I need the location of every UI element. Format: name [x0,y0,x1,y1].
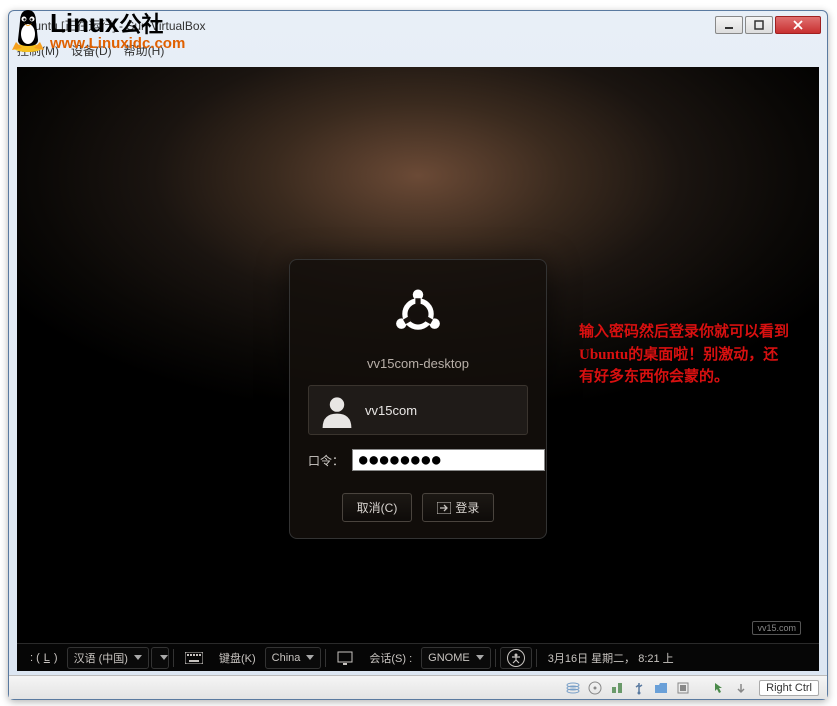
window-titlebar: Ubuntu [正在运行] - Sun VirtualBox [9,11,827,39]
gdm-login-dialog: vv15com-desktop vv15com 口令： 取消(C) 登录 [289,259,547,539]
hostkey-label: Right Ctrl [759,680,819,696]
cd-icon[interactable] [587,680,603,696]
dialog-buttons: 取消(C) 登录 [308,493,528,522]
hdd-icon[interactable] [565,680,581,696]
gdm-bottom-panel: : (L) 汉语 (中国) 键盘(K) China 会话(S) : GNOME [17,643,819,671]
user-selector[interactable]: vv15com [308,385,528,435]
net-icon[interactable] [609,680,625,696]
password-label: 口令： [308,452,344,469]
session-selector[interactable]: GNOME [421,647,491,669]
guest-display: vv15com-desktop vv15com 口令： 取消(C) 登录 [17,67,819,671]
accessibility-button[interactable] [500,647,532,669]
keyboard-layout-selector[interactable]: China [265,647,322,669]
menu-help[interactable]: 帮助(H) [124,42,165,59]
corner-watermark: vv15.com [752,621,801,635]
login-button[interactable]: 登录 [422,493,494,522]
panel-lang-key: : (L) [23,647,65,669]
accessibility-icon [507,649,525,667]
session-label: 会话(S) : [362,647,419,669]
maximize-button[interactable] [745,16,773,34]
cancel-button[interactable]: 取消(C) [342,493,413,522]
user-avatar-icon [319,392,355,428]
keyboard-icon [178,647,210,669]
session-icon [330,647,360,669]
username-label: vv15com [365,403,417,418]
language-selector[interactable]: 汉语 (中国) [67,647,149,669]
shared-folder-icon[interactable] [653,680,669,696]
login-arrow-icon [437,502,451,514]
hostkey-arrow-icon [733,680,749,696]
close-button[interactable] [775,16,821,34]
hostname-label: vv15com-desktop [308,356,528,371]
menu-control[interactable]: 控制(M) [17,42,59,59]
vrdp-icon[interactable] [675,680,691,696]
virtualbox-window: Ubuntu [正在运行] - Sun VirtualBox 控制(M) 设备(… [8,10,828,700]
annotation-text: 输入密码然后登录你就可以看到Ubuntu的桌面啦！别激动，还有好多东西你会蒙的。 [579,321,789,389]
minimize-button[interactable] [715,16,743,34]
virtualbox-status-bar: Right Ctrl [9,675,827,699]
menu-devices[interactable]: 设备(D) [71,42,112,59]
ubuntu-logo-icon [390,286,446,342]
language-dropdown[interactable] [151,647,169,669]
password-row: 口令： [308,449,528,471]
menu-bar: 控制(M) 设备(D) 帮助(H) [9,39,827,61]
password-input[interactable] [352,449,545,471]
mouse-integration-icon[interactable] [711,680,727,696]
keyboard-label: 键盘(K) [212,647,263,669]
window-controls [715,16,821,34]
clock-label: 3月16日 星期二， 8:21 上 [541,647,681,669]
usb-icon[interactable] [631,680,647,696]
window-title: Ubuntu [正在运行] - Sun VirtualBox [15,17,715,34]
